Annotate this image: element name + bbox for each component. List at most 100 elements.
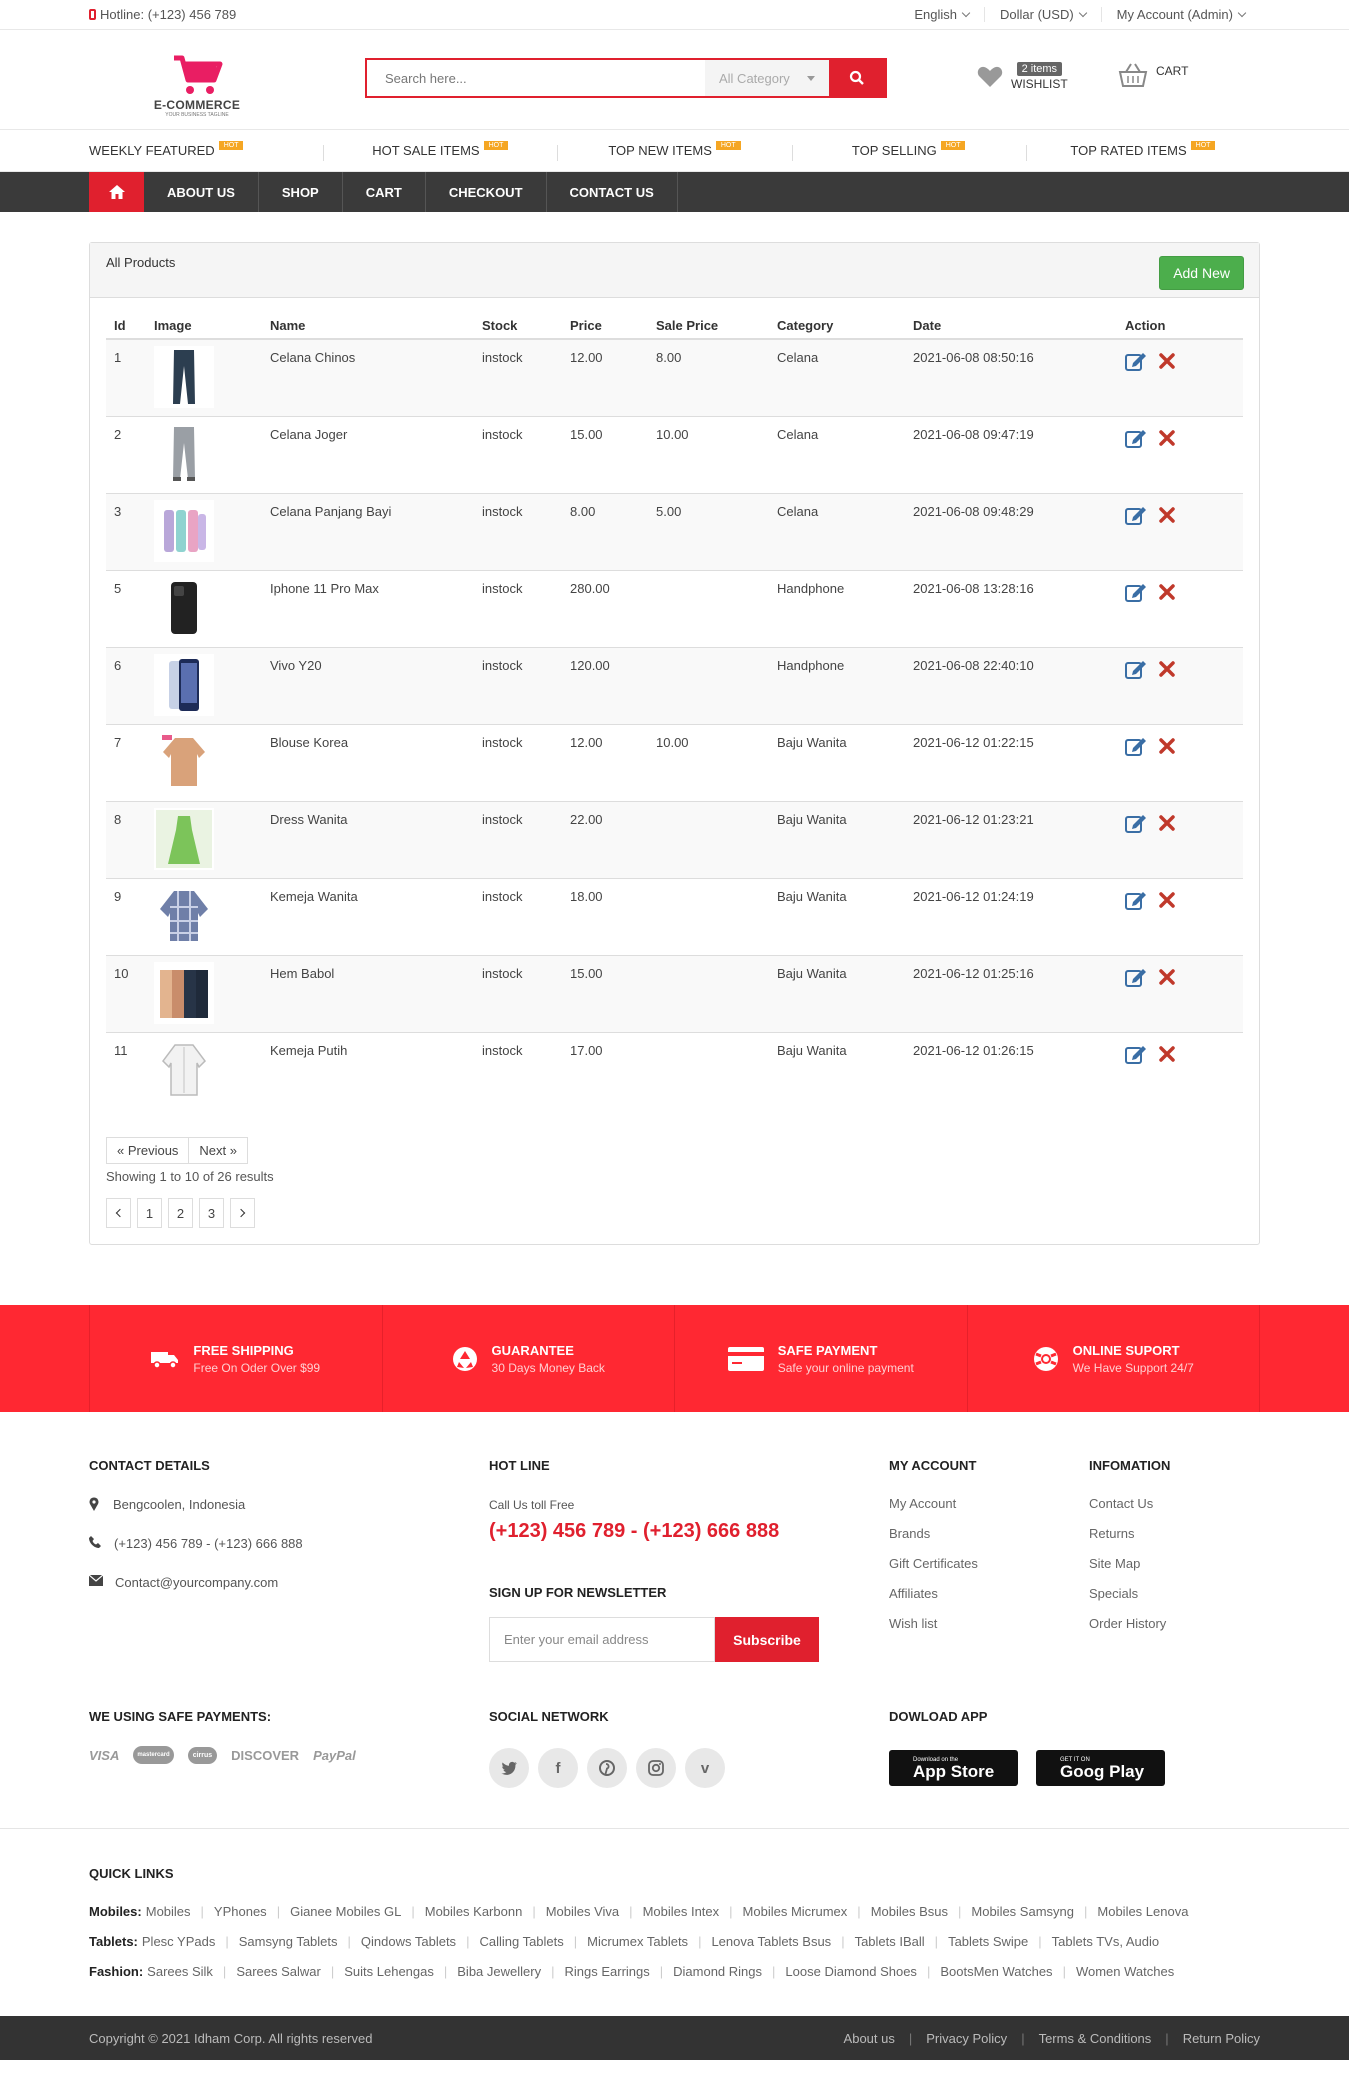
copyright-link[interactable]: Return Policy: [1151, 2031, 1260, 2046]
quick-link[interactable]: Samsyng Tablets: [215, 1934, 338, 1949]
quick-link[interactable]: Qindows Tablets: [338, 1934, 456, 1949]
footer-link-order-history[interactable]: Order History: [1089, 1616, 1166, 1631]
nav-checkout[interactable]: CHECKOUT: [426, 172, 547, 212]
footer-link-returns[interactable]: Returns: [1089, 1526, 1135, 1541]
quick-link[interactable]: Mobiles Intex: [619, 1904, 720, 1919]
quick-link[interactable]: Loose Diamond Shoes: [762, 1964, 917, 1979]
previous-button[interactable]: « Previous: [106, 1137, 190, 1164]
page-prev-button[interactable]: [106, 1198, 131, 1228]
language-dropdown[interactable]: English: [899, 7, 984, 22]
quick-link[interactable]: Tablets Swipe: [925, 1934, 1028, 1949]
cart[interactable]: CART: [1118, 62, 1188, 88]
google-play-button[interactable]: GET IT ON Goog Play: [1036, 1750, 1165, 1786]
vimeo-icon[interactable]: v: [685, 1748, 725, 1788]
quick-link[interactable]: BootsMen Watches: [917, 1964, 1052, 1979]
quick-link[interactable]: Suits Lehengas: [321, 1964, 434, 1979]
nav-cart[interactable]: CART: [343, 172, 426, 212]
search-input[interactable]: Search here...: [367, 60, 705, 96]
delete-icon[interactable]: [1159, 737, 1175, 757]
edit-icon[interactable]: [1125, 1044, 1147, 1067]
page-next-button[interactable]: [230, 1198, 255, 1228]
delete-icon[interactable]: [1159, 660, 1175, 680]
footer-link-brands[interactable]: Brands: [889, 1526, 930, 1541]
edit-icon[interactable]: [1125, 351, 1147, 374]
quick-link[interactable]: Rings Earrings: [541, 1964, 649, 1979]
quick-link[interactable]: Biba Jewellery: [434, 1964, 541, 1979]
quick-link[interactable]: Micrumex Tablets: [564, 1934, 688, 1949]
copyright-link[interactable]: Terms & Conditions: [1007, 2031, 1152, 2046]
home-button[interactable]: [89, 172, 144, 212]
page-2-button[interactable]: 2: [168, 1198, 193, 1228]
footer-link-contact-us[interactable]: Contact Us: [1089, 1496, 1153, 1511]
quick-link[interactable]: Sarees Silk: [147, 1964, 213, 1979]
next-button[interactable]: Next »: [189, 1137, 248, 1164]
copyright-link[interactable]: About us: [844, 2031, 895, 2046]
delete-icon[interactable]: [1159, 429, 1175, 449]
facebook-icon[interactable]: f: [538, 1748, 578, 1788]
nav-shop[interactable]: SHOP: [259, 172, 343, 212]
add-new-button[interactable]: Add New: [1159, 256, 1244, 290]
delete-icon[interactable]: [1159, 891, 1175, 911]
quick-link[interactable]: Calling Tablets: [456, 1934, 563, 1949]
edit-icon[interactable]: [1125, 659, 1147, 682]
delete-icon[interactable]: [1159, 506, 1175, 526]
wishlist[interactable]: 2 items WISHLIST: [977, 62, 1068, 91]
strip-item-top-new[interactable]: TOP NEW ITEMS HOT: [557, 141, 791, 161]
page-3-button[interactable]: 3: [199, 1198, 224, 1228]
quick-link[interactable]: Plesc YPads: [142, 1934, 215, 1949]
quick-link[interactable]: Mobiles Bsus: [847, 1904, 948, 1919]
nav-contact-us[interactable]: CONTACT US: [547, 172, 678, 212]
category-select[interactable]: All Category: [705, 60, 829, 96]
edit-icon[interactable]: [1125, 582, 1147, 605]
footer-link-my-account[interactable]: My Account: [889, 1496, 956, 1511]
quick-link[interactable]: Mobiles Micrumex: [719, 1904, 848, 1919]
edit-icon[interactable]: [1125, 428, 1147, 451]
quick-link[interactable]: Lenova Tablets Bsus: [688, 1934, 831, 1949]
page-1-button[interactable]: 1: [137, 1198, 162, 1228]
quick-link[interactable]: Mobiles Samsyng: [948, 1904, 1074, 1919]
currency-dropdown[interactable]: Dollar (USD): [984, 7, 1101, 22]
logo[interactable]: E-COMMERCE YOUR BUSINESS TAGLINE: [147, 42, 247, 118]
quick-link[interactable]: Sarees Salwar: [213, 1964, 321, 1979]
quick-link[interactable]: Diamond Rings: [650, 1964, 762, 1979]
delete-icon[interactable]: [1159, 1045, 1175, 1065]
copyright-link[interactable]: Privacy Policy: [895, 2031, 1007, 2046]
strip-item-top-rated[interactable]: TOP RATED ITEMS HOT: [1025, 141, 1260, 161]
quick-link[interactable]: Mobiles Karbonn: [401, 1904, 523, 1919]
quick-link[interactable]: Mobiles Lenova: [1074, 1904, 1188, 1919]
footer-link-site-map[interactable]: Site Map: [1089, 1556, 1140, 1571]
delete-icon[interactable]: [1159, 968, 1175, 988]
delete-icon[interactable]: [1159, 583, 1175, 603]
footer-link-specials[interactable]: Specials: [1089, 1586, 1138, 1601]
delete-icon[interactable]: [1159, 353, 1175, 372]
footer-link-affiliates[interactable]: Affiliates: [889, 1586, 938, 1601]
edit-icon[interactable]: [1125, 505, 1147, 528]
quick-link[interactable]: Gianee Mobiles GL: [267, 1904, 401, 1919]
strip-item-hot-sale[interactable]: HOT SALE ITEMS HOT: [323, 141, 557, 161]
delete-icon[interactable]: [1159, 814, 1175, 834]
app-store-button[interactable]: Download on the App Store: [889, 1750, 1018, 1786]
subscribe-button[interactable]: Subscribe: [715, 1617, 819, 1662]
edit-icon[interactable]: [1125, 967, 1147, 990]
account-dropdown[interactable]: My Account (Admin): [1100, 7, 1260, 22]
newsletter-email-input[interactable]: Enter your email address: [489, 1617, 715, 1662]
nav-about-us[interactable]: ABOUT US: [144, 172, 259, 212]
quick-link[interactable]: Tablets IBall: [831, 1934, 925, 1949]
quick-link[interactable]: Mobiles: [146, 1904, 191, 1919]
footer-link-wish-list[interactable]: Wish list: [889, 1616, 937, 1631]
edit-icon[interactable]: [1125, 813, 1147, 836]
strip-item-weekly-featured[interactable]: WEEKLY FEATURED HOT: [89, 141, 323, 158]
edit-icon[interactable]: [1125, 736, 1147, 759]
twitter-icon[interactable]: [489, 1748, 529, 1788]
strip-item-top-selling[interactable]: TOP SELLING HOT: [791, 141, 1026, 161]
footer-link-gift-certificates[interactable]: Gift Certificates: [889, 1556, 978, 1571]
instagram-icon[interactable]: [636, 1748, 676, 1788]
quick-link[interactable]: Women Watches: [1053, 1964, 1174, 1979]
edit-icon[interactable]: [1125, 890, 1147, 913]
quick-link[interactable]: YPhones: [191, 1904, 267, 1919]
pinterest-icon[interactable]: [587, 1748, 627, 1788]
search-button[interactable]: [829, 60, 885, 96]
quick-link[interactable]: Tablets TVs, Audio: [1028, 1934, 1159, 1949]
quick-link[interactable]: Mobiles Viva: [522, 1904, 619, 1919]
cell-name: Vivo Y20: [262, 646, 474, 724]
